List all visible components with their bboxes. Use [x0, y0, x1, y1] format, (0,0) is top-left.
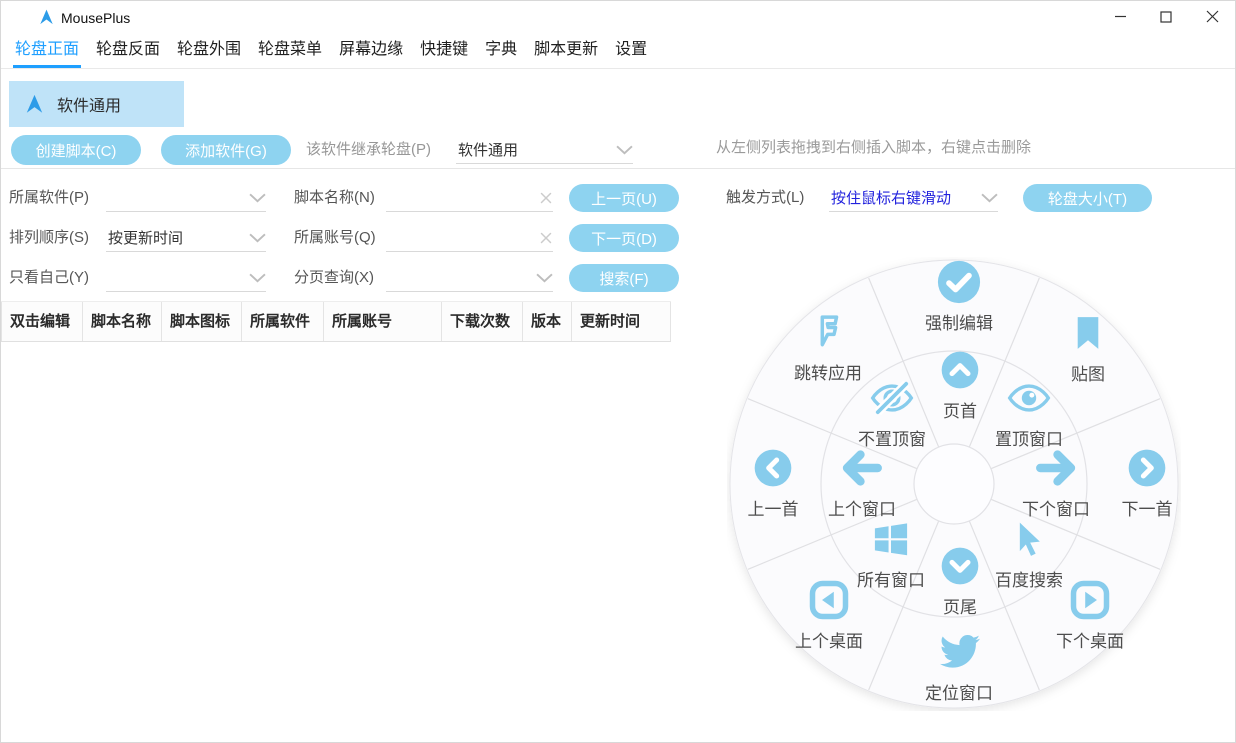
twitter-icon	[899, 629, 1019, 675]
wheel-item-pin-window[interactable]: 置顶窗口	[969, 375, 1089, 450]
wheel-center	[914, 444, 994, 524]
inherit-wheel-value: 软件通用	[456, 139, 518, 160]
wheel-item-label: 贴图	[1028, 360, 1148, 385]
square-play-left-icon	[769, 577, 889, 623]
tab-screen-edge[interactable]: 屏幕边缘	[339, 33, 403, 68]
wheel-item-label: 定位窗口	[899, 679, 1019, 704]
wheel-item-label: 页尾	[900, 593, 1020, 618]
prev-page-button[interactable]: 上一页(U)	[569, 184, 679, 212]
minimize-icon	[1114, 10, 1127, 23]
wheel-size-button[interactable]: 轮盘大小(T)	[1023, 184, 1152, 212]
owner-account-label: 所属账号(Q)	[294, 224, 376, 252]
close-button[interactable]	[1189, 1, 1235, 32]
inherit-wheel-select[interactable]: 软件通用	[456, 136, 633, 164]
tab-dictionary[interactable]: 字典	[485, 33, 517, 68]
add-software-button[interactable]: 添加软件(G)	[161, 135, 291, 165]
toolbar-divider	[1, 168, 1235, 169]
close-icon	[1206, 10, 1219, 23]
minimize-button[interactable]	[1097, 1, 1143, 32]
sort-order-select[interactable]: 按更新时间	[106, 224, 266, 252]
tab-wheel-front[interactable]: 轮盘正面	[15, 33, 79, 68]
trigger-mode-label: 触发方式(L)	[726, 184, 804, 212]
owner-software-label: 所属软件(P)	[9, 184, 89, 212]
clear-icon[interactable]	[539, 191, 553, 205]
clear-icon[interactable]	[539, 231, 553, 245]
wheel-item-force-edit[interactable]: 强制编辑	[899, 259, 1019, 334]
column-header: 脚本图标	[161, 302, 241, 341]
circle-check-icon	[899, 259, 1019, 305]
wheel-item-label: 强制编辑	[899, 309, 1019, 334]
software-tab-label: 软件通用	[57, 92, 121, 116]
wheel-item-label: 不置顶窗	[832, 425, 952, 450]
windows-icon	[831, 516, 951, 562]
chevron-down-icon	[536, 273, 553, 283]
wheel-item-prev-track[interactable]: 上一首	[713, 445, 833, 520]
column-header: 双击编辑	[1, 302, 82, 341]
maximize-button[interactable]	[1143, 1, 1189, 32]
column-header: 所属软件	[241, 302, 323, 341]
wheel-item-next-desktop[interactable]: 下个桌面	[1030, 577, 1150, 652]
wheel-item-jump-app[interactable]: 跳转应用	[768, 309, 888, 384]
chevron-down-icon	[249, 273, 266, 283]
wheel-item-unpin-window[interactable]: 不置顶窗	[832, 375, 952, 450]
app-title: MousePlus	[61, 10, 130, 26]
mouseplus-window: MousePlus 轮盘正面轮盘反面轮盘外围轮盘菜单屏幕边缘快捷键字典脚本更新设…	[0, 0, 1236, 743]
square-play-right-icon	[1030, 577, 1150, 623]
script-table-header: 双击编辑脚本名称脚本图标所属软件所属账号下载次数版本更新时间	[1, 301, 671, 342]
column-header: 脚本名称	[82, 302, 161, 341]
wheel-item-locate-window[interactable]: 定位窗口	[899, 629, 1019, 704]
trigger-mode-value: 按住鼠标右键滑动	[829, 187, 951, 208]
page-query-label: 分页查询(X)	[294, 264, 374, 292]
chevron-down-icon	[249, 233, 266, 243]
wheel-item-label: 上一首	[713, 495, 833, 520]
wheel-item-label: 下一首	[1087, 495, 1207, 520]
drag-hint-text: 从左侧列表拖拽到右侧插入脚本，右键点击删除	[716, 134, 1031, 162]
window-controls	[1097, 1, 1235, 32]
chevron-down-icon	[616, 145, 633, 155]
tab-wheel-outer[interactable]: 轮盘外围	[177, 33, 241, 68]
column-header: 所属账号	[323, 302, 441, 341]
maximize-icon	[1160, 11, 1172, 23]
wheel-item-pin-image[interactable]: 贴图	[1028, 310, 1148, 385]
create-script-button[interactable]: 创建脚本(C)	[11, 135, 141, 165]
script-name-label: 脚本名称(N)	[294, 184, 375, 212]
wheel-item-next-track[interactable]: 下一首	[1087, 445, 1207, 520]
only-mine-select[interactable]	[106, 264, 266, 292]
trigger-mode-select[interactable]: 按住鼠标右键滑动	[829, 184, 998, 212]
bookmark-icon	[1028, 310, 1148, 356]
wheel-item-label: 下个桌面	[1030, 627, 1150, 652]
tab-wheel-back[interactable]: 轮盘反面	[96, 33, 160, 68]
nav-arrow-icon	[24, 93, 45, 115]
next-page-button[interactable]: 下一页(D)	[569, 224, 679, 252]
wheel-item-label: 跳转应用	[768, 359, 888, 384]
foursquare-icon	[768, 309, 888, 355]
tab-wheel-menu[interactable]: 轮盘菜单	[258, 33, 322, 68]
circle-chevron-left-icon	[713, 445, 833, 491]
title-bar: MousePlus	[1, 1, 1235, 33]
page-query-select[interactable]	[386, 264, 553, 292]
wheel-item-label: 上个桌面	[769, 627, 889, 652]
chevron-down-icon	[981, 193, 998, 203]
owner-software-select[interactable]	[106, 184, 266, 212]
app-logo-icon	[38, 8, 55, 26]
search-button[interactable]: 搜索(F)	[569, 264, 679, 292]
column-header: 版本	[522, 302, 571, 341]
sort-order-value: 按更新时间	[106, 227, 183, 248]
software-tab-general[interactable]: 软件通用	[9, 81, 184, 127]
owner-account-input[interactable]	[386, 224, 553, 252]
tab-bar: 轮盘正面轮盘反面轮盘外围轮盘菜单屏幕边缘快捷键字典脚本更新设置	[1, 33, 1235, 69]
sort-order-label: 排列顺序(S)	[9, 224, 89, 252]
inherit-wheel-label: 该软件继承轮盘(P)	[306, 136, 431, 164]
tab-settings[interactable]: 设置	[615, 33, 647, 68]
script-name-input[interactable]	[386, 184, 553, 212]
wheel-item-prev-desktop[interactable]: 上个桌面	[769, 577, 889, 652]
circle-chevron-right-icon	[1087, 445, 1207, 491]
only-mine-label: 只看自己(Y)	[9, 264, 89, 292]
column-header: 下载次数	[441, 302, 522, 341]
chevron-down-icon	[249, 193, 266, 203]
tab-hotkeys[interactable]: 快捷键	[420, 33, 468, 68]
tab-script-update[interactable]: 脚本更新	[534, 33, 598, 68]
column-header: 更新时间	[571, 302, 671, 341]
